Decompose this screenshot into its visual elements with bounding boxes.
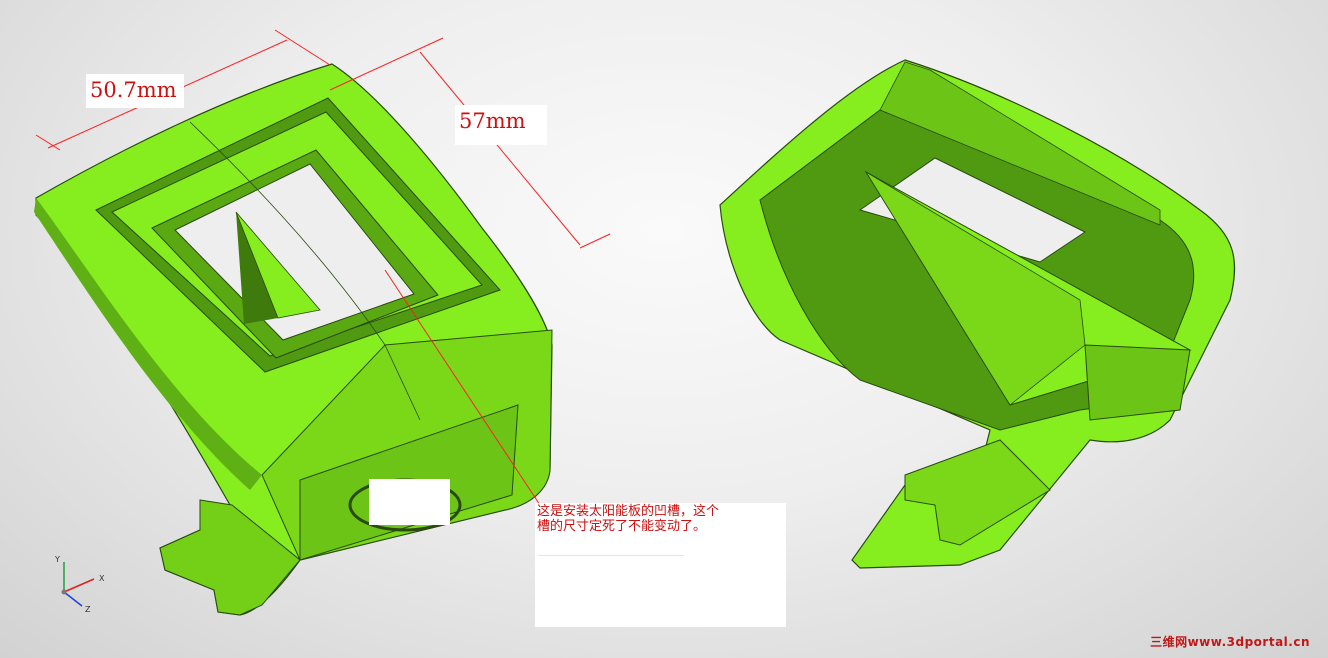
blank-patch-small <box>369 479 450 525</box>
triad-z-label: Z <box>85 605 91 614</box>
annotation-line-1: 这是安装太阳能板的凹槽，这个 <box>537 504 720 519</box>
depth-dimension-label: 57mm <box>455 105 547 145</box>
annotation-line-2: 槽的尺寸定死了不能变动了。 <box>537 519 707 534</box>
z-axis-icon <box>63 591 83 607</box>
cad-viewport[interactable]: Y X Z 50.7mm 57mm 这是安装太阳能板的凹槽，这个 槽的尺寸定死了… <box>0 0 1328 658</box>
width-dimension-label: 50.7mm <box>86 74 184 108</box>
annotation-divider <box>538 555 684 556</box>
triad-origin <box>61 589 67 595</box>
triad-y-label: Y <box>54 555 60 564</box>
coordinate-triad: Y X Z <box>54 555 105 614</box>
right-boss <box>1084 344 1191 421</box>
x-axis-icon <box>63 578 95 593</box>
triad-x-label: X <box>99 574 105 583</box>
watermark: 三维网www.3dportal.cn <box>1150 635 1310 649</box>
